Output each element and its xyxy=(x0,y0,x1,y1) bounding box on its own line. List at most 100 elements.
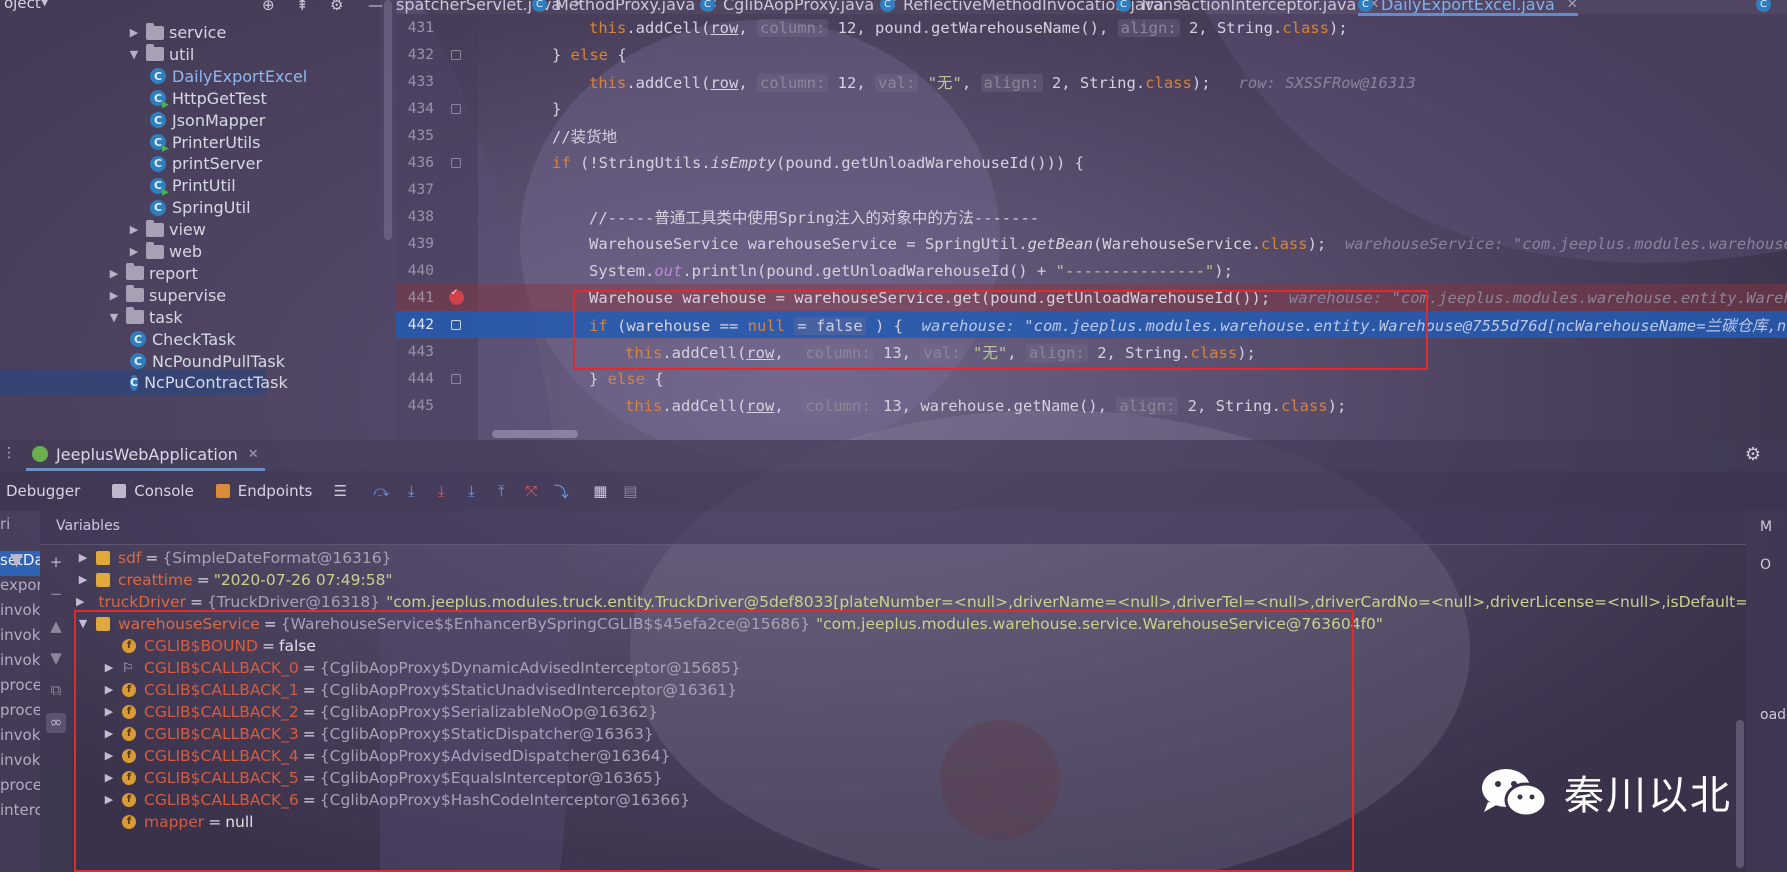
trace-icon[interactable]: ▤ xyxy=(618,479,642,503)
code-editor[interactable]: 431 this.addCell(row, column: 12, pound.… xyxy=(396,14,1787,440)
chevron-right-icon[interactable]: ▶ xyxy=(126,223,142,236)
editor-tab[interactable]: CCglibAopProxy.java✕ xyxy=(700,0,897,14)
fold-marker[interactable] xyxy=(434,319,478,330)
inline-debug-value: row: SXSSFRow@16313 xyxy=(1238,73,1416,92)
remove-watch-icon[interactable]: − xyxy=(46,585,66,605)
tab-label: DailyExportExcel.java xyxy=(1381,0,1555,14)
stack-frame[interactable]: proce xyxy=(0,776,40,801)
class-icon: C xyxy=(150,68,166,85)
step-into-icon[interactable]: ⤓ xyxy=(429,479,453,503)
chevron-down-icon[interactable]: ▼ xyxy=(40,0,49,8)
code-line[interactable]: 432 } else { xyxy=(396,41,1787,68)
minimize-icon[interactable]: — xyxy=(368,0,383,14)
code-line[interactable]: 435 //装货地 xyxy=(396,122,1787,149)
code-line[interactable]: 445 this.addCell(row, column: 13, wareho… xyxy=(396,392,1787,419)
code-line[interactable]: 439 WarehouseService warehouseService = … xyxy=(396,230,1787,257)
code-line[interactable]: 440 System.out.println(pound.getUnloadWa… xyxy=(396,257,1787,284)
run-config-tab[interactable]: JeeplusWebApplication ✕ xyxy=(26,440,265,471)
code-line[interactable]: 438 //-----普通工具类中使用Spring注入的对象中的方法------… xyxy=(396,203,1787,230)
step-over-icon[interactable]: ⤓ xyxy=(399,479,423,503)
move-down-icon[interactable]: ▼ xyxy=(46,649,66,669)
gear-icon[interactable]: ⚙ xyxy=(330,0,343,14)
chevron-right-icon[interactable]: ▶ xyxy=(76,573,90,586)
class-icon: C xyxy=(532,0,547,12)
endpoints-icon xyxy=(215,484,230,498)
editor-tab-overflow[interactable]: C xyxy=(1756,0,1779,14)
chevron-down-icon[interactable]: ▼ xyxy=(126,48,142,61)
close-icon[interactable]: ✕ xyxy=(1567,0,1578,12)
code-line[interactable]: 431 this.addCell(row, column: 12, pound.… xyxy=(396,14,1787,41)
code-token: row xyxy=(746,396,775,415)
show-execution-point-icon[interactable]: ⤼ xyxy=(369,479,393,503)
stack-frame[interactable]: invok xyxy=(0,601,40,626)
force-step-into-icon[interactable]: ⤓ xyxy=(459,479,483,503)
chevron-right-icon[interactable]: ▶ xyxy=(106,267,122,280)
move-up-icon[interactable]: ▲ xyxy=(46,617,66,637)
fold-marker[interactable] xyxy=(434,49,478,60)
code-token: out xyxy=(654,261,683,280)
tab-debugger[interactable]: Debugger xyxy=(0,471,86,511)
layout-icon[interactable]: ☰ xyxy=(328,479,352,503)
variables-title: Variables xyxy=(56,518,120,534)
tree-item-label: PrintUtil xyxy=(172,176,236,196)
close-icon[interactable]: ✕ xyxy=(248,447,259,462)
code-token: 12, pound.getWarehouseName(), xyxy=(828,18,1118,37)
drop-frame-icon[interactable]: ⤧ xyxy=(519,479,543,503)
chevron-right-icon[interactable]: ▶ xyxy=(76,551,90,564)
code-token: else xyxy=(607,369,645,388)
tab-label: CglibAopProxy.java xyxy=(723,0,875,14)
chevron-down-icon[interactable]: ▼ xyxy=(106,311,122,324)
code-line[interactable]: 436 if (!StringUtils.isEmpty(pound.getUn… xyxy=(396,149,1787,176)
copy-icon[interactable]: ⧉ xyxy=(46,681,66,701)
chevron-right-icon[interactable]: ▶ xyxy=(106,289,122,302)
glasses-icon[interactable]: ∞ xyxy=(46,713,66,733)
code-token: if xyxy=(552,153,571,172)
code-line[interactable]: 437 xyxy=(396,176,1787,203)
code-token: getBean xyxy=(1027,234,1093,253)
chevron-right-icon[interactable]: ▶ xyxy=(126,26,142,39)
editor-tab[interactable]: CMethodProxy.java✕ xyxy=(532,0,718,14)
tree-class[interactable]: C NcPuContractTask xyxy=(0,370,288,396)
code-token: isEmpty xyxy=(710,153,776,172)
gear-icon[interactable]: ⚙ xyxy=(1745,444,1761,465)
tab-console[interactable]: Console xyxy=(106,471,200,511)
stack-frame[interactable]: invok xyxy=(0,726,40,751)
stack-frame[interactable]: expor xyxy=(0,576,40,601)
stack-frame[interactable]: invok xyxy=(0,651,40,676)
stack-frame[interactable]: proce xyxy=(0,701,40,726)
filter-icon[interactable]: ▼ xyxy=(10,550,23,570)
editor-tab[interactable]: C TransactionInterceptor.java ✕ xyxy=(1116,0,1379,14)
stack-frame[interactable]: ri xyxy=(0,515,10,540)
code-line[interactable]: 434 } xyxy=(396,95,1787,122)
step-out-icon[interactable]: ⤒ xyxy=(489,479,513,503)
stack-frame[interactable]: invok xyxy=(0,751,40,776)
line-number: 445 xyxy=(407,397,434,414)
stack-frame[interactable]: interc xyxy=(0,801,40,826)
evaluate-icon[interactable]: ▦ xyxy=(588,479,612,503)
breakpoint-icon[interactable] xyxy=(434,287,478,305)
code-line[interactable]: 433 this.addCell(row, column: 12, val: "… xyxy=(396,68,1787,95)
collapse-icon[interactable]: ⇞ xyxy=(296,0,309,14)
code-token: { xyxy=(608,45,627,64)
chevron-right-icon[interactable]: ▶ xyxy=(76,595,84,608)
line-number: 432 xyxy=(407,46,434,63)
code-token: , xyxy=(961,73,981,92)
add-watch-icon[interactable]: + xyxy=(46,553,66,573)
code-token: .addCell( xyxy=(662,396,747,415)
fold-marker[interactable] xyxy=(434,103,478,114)
stack-frame[interactable]: invok xyxy=(0,626,40,651)
run-to-cursor-icon[interactable]: ⤵ xyxy=(549,479,573,503)
editor-tab[interactable]: C DailyExportExcel.java ✕ xyxy=(1358,0,1578,16)
param-hint: column: xyxy=(757,18,829,37)
scrollbar[interactable] xyxy=(1736,720,1744,868)
stack-frame[interactable]: proce xyxy=(0,676,40,701)
fold-marker[interactable] xyxy=(434,157,478,168)
pin-icon[interactable]: ⋮ xyxy=(2,445,16,461)
horizontal-scrollbar[interactable] xyxy=(492,430,578,438)
chevron-right-icon[interactable]: ▶ xyxy=(126,245,142,258)
target-icon[interactable]: ⊕ xyxy=(262,0,275,14)
tab-endpoints[interactable]: Endpoints xyxy=(210,471,319,511)
scrollbar[interactable] xyxy=(384,0,392,240)
fold-marker[interactable] xyxy=(434,373,478,384)
tree-item-label: view xyxy=(169,220,206,240)
